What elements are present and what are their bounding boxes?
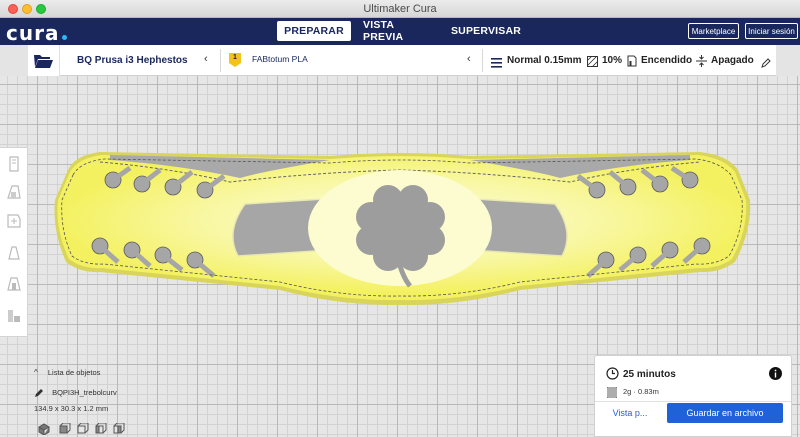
cura-logo: cura <box>6 21 60 45</box>
toolbar-divider <box>482 49 483 72</box>
material-badge-icon: 1 <box>229 53 241 67</box>
view-buttons <box>38 422 138 436</box>
folder-icon <box>34 54 53 68</box>
spool-icon <box>606 385 618 399</box>
save-to-file-button[interactable]: Guardar en archivo <box>667 403 783 423</box>
support-icon <box>627 54 637 67</box>
per-model-settings-icon[interactable] <box>4 274 24 294</box>
open-file-button[interactable] <box>28 45 60 76</box>
adhesion-setting[interactable]: Apagado <box>711 55 754 66</box>
move-tool-icon[interactable] <box>4 154 24 174</box>
stage-tab-prepare[interactable]: PREPARAR <box>277 21 351 41</box>
clock-icon <box>606 367 619 380</box>
material-usage: 2g · 0.83m <box>623 387 659 396</box>
print-time: 25 minutos <box>623 369 676 380</box>
adhesion-icon <box>696 54 707 67</box>
stage-tab-preview[interactable]: VISTA PREVIA <box>363 19 433 43</box>
object-dimensions: 134.9 x 30.3 x 1.2 mm <box>34 404 109 413</box>
mirror-tool-icon[interactable] <box>4 243 24 263</box>
printer-chevron-icon[interactable]: ‹ <box>204 53 208 65</box>
logo-dot <box>62 35 67 40</box>
infill-setting[interactable]: 10% <box>602 55 622 66</box>
object-list-item[interactable]: BQPI3H_trebolcurv <box>34 388 117 398</box>
object-list-toggle[interactable]: ^ Lista de objetos <box>34 368 100 377</box>
window-title: Ultimaker Cura <box>363 3 437 15</box>
printer-selector[interactable]: BQ Prusa i3 Hephestos <box>77 55 188 66</box>
rotate-tool-icon[interactable] <box>4 211 24 231</box>
support-setting[interactable]: Encendido <box>641 55 692 66</box>
info-icon[interactable] <box>769 367 782 380</box>
preview-button[interactable]: Vista p... <box>601 403 659 423</box>
material-selector[interactable]: FABtotum PLA <box>252 54 308 64</box>
object-list-title: Lista de objetos <box>47 368 101 377</box>
profile-icon <box>491 55 502 68</box>
app-header: cura PREPARAR VISTA PREVIA SUPERVISAR Ma… <box>0 18 800 45</box>
pencil-icon[interactable] <box>34 388 44 398</box>
material-chevron-icon[interactable]: ‹ <box>467 53 471 65</box>
pencil-icon[interactable] <box>761 55 771 68</box>
stage-tab-monitor[interactable]: SUPERVISAR <box>450 21 522 41</box>
object-name: BQPI3H_trebolcurv <box>52 388 117 397</box>
infill-icon <box>586 54 599 68</box>
toolbar-divider <box>220 49 221 72</box>
top-toolbar: BQ Prusa i3 Hephestos ‹ 1 FABtotum PLA ‹… <box>28 45 776 76</box>
print-profile-setting[interactable]: Normal 0.15mm <box>507 55 581 66</box>
object-list-panel: ^ Lista de objetos BQPI3H_trebolcurv 134… <box>34 364 194 436</box>
marketplace-button[interactable]: Marketplace <box>688 23 739 39</box>
scale-tool-icon[interactable] <box>4 182 24 202</box>
window-titlebar: Ultimaker Cura <box>0 0 800 18</box>
support-blocker-icon[interactable] <box>4 306 24 326</box>
login-button[interactable]: Iniciar sesión <box>745 23 798 39</box>
chevron-up-icon: ^ <box>34 368 38 377</box>
tool-strip <box>0 147 28 337</box>
panel-divider <box>595 401 791 402</box>
print-setup-panel: 25 minutos 2g · 0.83m Vista p... Guardar… <box>594 355 792 437</box>
